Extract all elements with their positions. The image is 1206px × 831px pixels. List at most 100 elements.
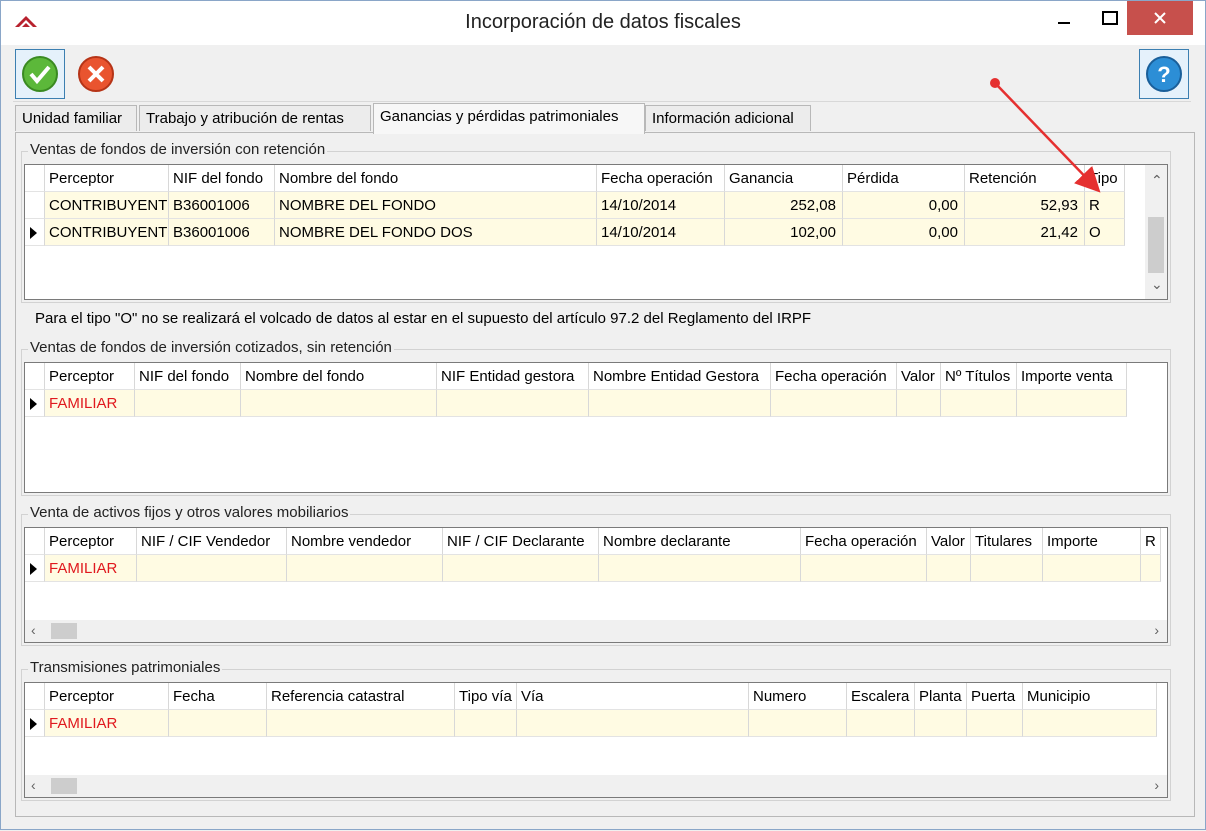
scroll-up-icon[interactable]: ⌃ <box>1151 173 1163 187</box>
close-button[interactable] <box>1127 1 1193 35</box>
cell-tipo[interactable]: O <box>1085 219 1125 246</box>
column-header[interactable]: Tipo <box>1085 165 1125 192</box>
cell-fecha[interactable]: 14/10/2014 <box>597 192 725 219</box>
cell-nif-fondo[interactable] <box>135 390 241 417</box>
grid-transmisiones[interactable]: Perceptor Fecha Referencia catastral Tip… <box>24 682 1168 798</box>
cell-puerta[interactable] <box>967 710 1023 737</box>
cell-valor[interactable] <box>897 390 941 417</box>
cell-nif-fondo[interactable]: B36001006 <box>169 192 275 219</box>
scroll-thumb[interactable] <box>1148 217 1164 273</box>
cell-retencion[interactable]: 52,93 <box>965 192 1085 219</box>
table-row[interactable]: FAMILIAR <box>25 710 1157 737</box>
cell-nombre-vendedor[interactable] <box>287 555 443 582</box>
cell-fecha[interactable] <box>169 710 267 737</box>
column-header[interactable]: Nombre Entidad Gestora <box>589 363 771 390</box>
cell-titulos[interactable] <box>941 390 1017 417</box>
column-header[interactable]: Escalera <box>847 683 915 710</box>
column-header[interactable]: NIF / CIF Declarante <box>443 528 599 555</box>
column-header[interactable]: NIF del fondo <box>135 363 241 390</box>
tab-trabajo[interactable]: Trabajo y atribución de rentas <box>139 105 371 131</box>
column-header[interactable]: Nombre del fondo <box>241 363 437 390</box>
column-header[interactable]: Nº Títulos <box>941 363 1017 390</box>
cell-perceptor[interactable]: CONTRIBUYENTE <box>45 219 169 246</box>
scroll-right-icon[interactable]: › <box>1154 623 1159 637</box>
cell-importe[interactable] <box>1043 555 1141 582</box>
table-row[interactable]: FAMILIAR <box>25 555 1161 582</box>
scroll-thumb[interactable] <box>51 778 77 794</box>
cell-retencion[interactable]: 21,42 <box>965 219 1085 246</box>
cell-nombre-fondo[interactable]: NOMBRE DEL FONDO DOS <box>275 219 597 246</box>
cell-nif-declarante[interactable] <box>443 555 599 582</box>
column-header[interactable]: Fecha operación <box>801 528 927 555</box>
cell-importe-venta[interactable] <box>1017 390 1127 417</box>
scroll-left-icon[interactable]: ‹ <box>31 778 36 792</box>
cell-escalera[interactable] <box>847 710 915 737</box>
column-header[interactable]: Perceptor <box>45 528 137 555</box>
column-header[interactable]: Fecha operación <box>771 363 897 390</box>
scroll-down-icon[interactable]: ⌄ <box>1151 277 1163 291</box>
column-header[interactable]: Fecha <box>169 683 267 710</box>
column-header[interactable]: NIF Entidad gestora <box>437 363 589 390</box>
cell-perceptor[interactable]: FAMILIAR <box>45 390 135 417</box>
cell-tipo[interactable]: R <box>1085 192 1125 219</box>
tab-informacion-adicional[interactable]: Información adicional <box>645 105 811 131</box>
cell-nombre-fondo[interactable]: NOMBRE DEL FONDO <box>275 192 597 219</box>
cell-titulares[interactable] <box>971 555 1043 582</box>
cell-planta[interactable] <box>915 710 967 737</box>
cell-fecha[interactable] <box>771 390 897 417</box>
scroll-thumb[interactable] <box>51 623 77 639</box>
column-header[interactable]: Perceptor <box>45 363 135 390</box>
column-header[interactable]: Pérdida <box>843 165 965 192</box>
cell-numero[interactable] <box>749 710 847 737</box>
column-header[interactable]: Valor <box>927 528 971 555</box>
cell-via[interactable] <box>517 710 749 737</box>
cell-fecha[interactable] <box>801 555 927 582</box>
column-header[interactable]: NIF del fondo <box>169 165 275 192</box>
column-header[interactable]: R <box>1141 528 1161 555</box>
column-header[interactable]: Valor <box>897 363 941 390</box>
cell-nif-vendedor[interactable] <box>137 555 287 582</box>
tab-unidad-familiar[interactable]: Unidad familiar <box>15 105 137 131</box>
scroll-left-icon[interactable]: ‹ <box>31 623 36 637</box>
vertical-scrollbar[interactable]: ⌃ ⌄ <box>1145 165 1167 299</box>
column-header[interactable]: Retención <box>965 165 1085 192</box>
table-row[interactable]: CONTRIBUYENTE B36001006 NOMBRE DEL FONDO… <box>25 192 1125 219</box>
column-header[interactable]: Nombre del fondo <box>275 165 597 192</box>
cell-nombre-declarante[interactable] <box>599 555 801 582</box>
grid-fondos-retencion[interactable]: Perceptor NIF del fondo Nombre del fondo… <box>24 164 1168 300</box>
horizontal-scrollbar[interactable]: ‹ › <box>25 775 1167 797</box>
cell-valor[interactable] <box>927 555 971 582</box>
cell-perceptor[interactable]: FAMILIAR <box>45 710 169 737</box>
grid-activos-fijos[interactable]: Perceptor NIF / CIF Vendedor Nombre vend… <box>24 527 1168 643</box>
column-header[interactable]: Vía <box>517 683 749 710</box>
cell-referencia-catastral[interactable] <box>267 710 455 737</box>
column-header[interactable]: Municipio <box>1023 683 1157 710</box>
column-header[interactable]: Perceptor <box>45 683 169 710</box>
cell-ganancia[interactable]: 102,00 <box>725 219 843 246</box>
column-header[interactable]: Referencia catastral <box>267 683 455 710</box>
cell-perceptor[interactable]: FAMILIAR <box>45 555 137 582</box>
cancel-button[interactable] <box>71 49 121 99</box>
cell-tipo-via[interactable] <box>455 710 517 737</box>
column-header[interactable]: Nombre declarante <box>599 528 801 555</box>
column-header[interactable]: Numero <box>749 683 847 710</box>
cell-nif-fondo[interactable]: B36001006 <box>169 219 275 246</box>
horizontal-scrollbar[interactable]: ‹ › <box>25 620 1167 642</box>
column-header[interactable]: Fecha operación <box>597 165 725 192</box>
minimize-button[interactable] <box>1041 1 1087 35</box>
column-header[interactable]: Importe <box>1043 528 1141 555</box>
column-header[interactable]: Puerta <box>967 683 1023 710</box>
title-bar[interactable]: Incorporación de datos fiscales <box>1 1 1205 45</box>
cell-municipio[interactable] <box>1023 710 1157 737</box>
tab-ganancias[interactable]: Ganancias y pérdidas patrimoniales <box>373 103 645 134</box>
table-row[interactable]: FAMILIAR <box>25 390 1127 417</box>
column-header[interactable]: Perceptor <box>45 165 169 192</box>
cell-nombre-entidad[interactable] <box>589 390 771 417</box>
cell-r[interactable] <box>1141 555 1161 582</box>
column-header[interactable]: Importe venta <box>1017 363 1127 390</box>
cell-perdida[interactable]: 0,00 <box>843 219 965 246</box>
column-header[interactable]: Titulares <box>971 528 1043 555</box>
scroll-right-icon[interactable]: › <box>1154 778 1159 792</box>
column-header[interactable]: Nombre vendedor <box>287 528 443 555</box>
column-header[interactable]: NIF / CIF Vendedor <box>137 528 287 555</box>
